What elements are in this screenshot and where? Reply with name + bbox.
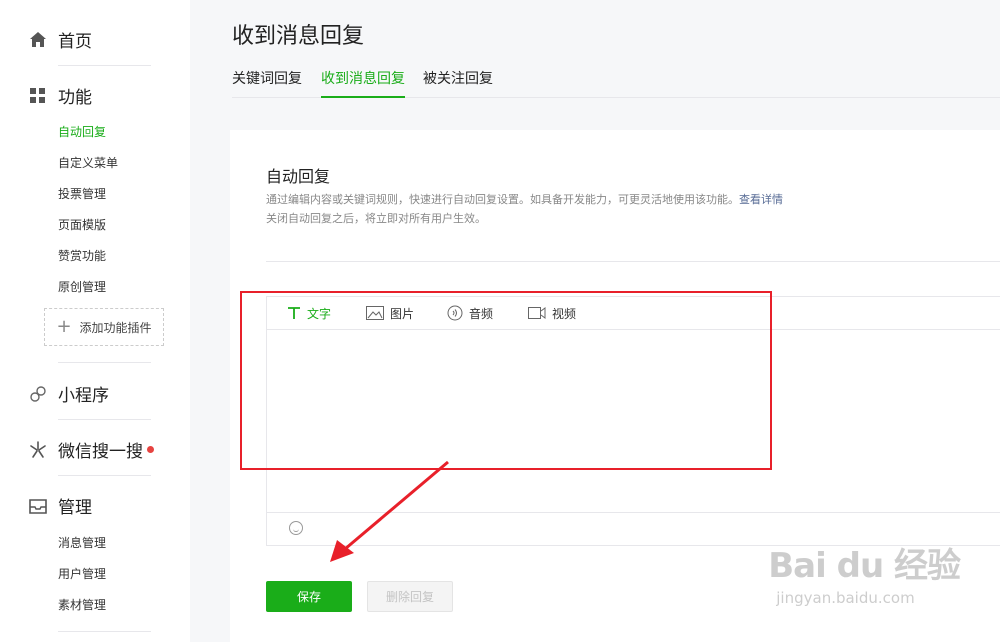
- plus-icon: +: [56, 316, 72, 337]
- nav-manage-label: 管理: [58, 498, 92, 518]
- tab-follow-reply[interactable]: 被关注回复: [423, 68, 493, 96]
- inbox-icon: [28, 496, 48, 516]
- view-details-link[interactable]: 查看详情: [739, 193, 783, 206]
- sidebar-item-custom-menu[interactable]: 自定义菜单: [58, 154, 118, 171]
- delete-reply-button[interactable]: 删除回复: [367, 581, 453, 612]
- sidebar-item-messages[interactable]: 消息管理: [58, 534, 106, 551]
- tab-video[interactable]: 视频: [528, 297, 576, 329]
- editor-type-tabs: 文字 图片 音频 视频: [267, 297, 1000, 330]
- miniprogram-icon: [28, 384, 48, 404]
- home-icon: [28, 30, 48, 50]
- divider: [58, 419, 151, 420]
- sidebar-item-users[interactable]: 用户管理: [58, 565, 106, 582]
- divider: [58, 475, 151, 476]
- divider: [58, 631, 151, 632]
- nav-wechat-search-label: 微信搜一搜: [58, 442, 143, 462]
- nav-home-label: 首页: [58, 32, 92, 52]
- tab-keyword-reply[interactable]: 关键词回复: [232, 68, 302, 96]
- reply-text-area[interactable]: [267, 330, 1000, 514]
- nav-miniprogram-label: 小程序: [58, 386, 109, 406]
- reply-tabs: 关键词回复 收到消息回复 被关注回复: [232, 68, 1000, 98]
- sidebar-item-auto-reply[interactable]: 自动回复: [58, 123, 106, 140]
- section-title: 自动回复: [266, 167, 331, 186]
- grid-icon: [28, 86, 48, 106]
- sidebar-item-vote[interactable]: 投票管理: [58, 185, 106, 202]
- tab-video-label: 视频: [552, 306, 577, 321]
- description-line-1: 通过编辑内容或关键词规则，快速进行自动回复设置。如具备开发能力，可更灵活地使用该…: [266, 191, 783, 207]
- nav-functions-label: 功能: [58, 88, 92, 108]
- nav-miniprogram[interactable]: 小程序: [28, 381, 109, 406]
- tab-image[interactable]: 图片: [366, 297, 414, 329]
- tab-image-label: 图片: [390, 306, 415, 321]
- divider: [266, 261, 1000, 262]
- add-plugin-button[interactable]: + 添加功能插件: [44, 308, 164, 346]
- editor-footer: [267, 512, 1000, 545]
- emoji-icon[interactable]: [289, 521, 303, 535]
- add-plugin-label: 添加功能插件: [79, 320, 152, 335]
- image-icon: [366, 306, 384, 320]
- sidebar-item-reward[interactable]: 赞赏功能: [58, 247, 106, 264]
- sidebar: 首页 功能 自动回复 自定义菜单 投票管理 页面模版 赞赏功能 原创管理 + 添…: [0, 0, 190, 642]
- description-text: 通过编辑内容或关键词规则，快速进行自动回复设置。如具备开发能力，可更灵活地使用该…: [266, 193, 739, 206]
- save-button[interactable]: 保存: [266, 581, 352, 612]
- sidebar-item-original[interactable]: 原创管理: [58, 278, 106, 295]
- nav-manage[interactable]: 管理: [28, 493, 92, 518]
- tab-message-reply[interactable]: 收到消息回复: [321, 68, 405, 98]
- search-star-icon: [28, 440, 48, 460]
- nav-home[interactable]: 首页: [28, 27, 92, 52]
- text-icon: [287, 306, 301, 320]
- sidebar-item-page-template[interactable]: 页面模版: [58, 216, 106, 233]
- divider: [58, 65, 151, 66]
- divider: [58, 362, 151, 363]
- description-line-2: 关闭自动回复之后，将立即对所有用户生效。: [266, 212, 486, 225]
- auto-reply-card: 自动回复 通过编辑内容或关键词规则，快速进行自动回复设置。如具备开发能力，可更灵…: [230, 130, 1000, 642]
- nav-functions[interactable]: 功能: [28, 83, 92, 108]
- tab-audio[interactable]: 音频: [447, 297, 493, 329]
- reply-editor: 文字 图片 音频 视频: [266, 296, 1000, 546]
- notification-dot: [147, 446, 154, 453]
- tab-audio-label: 音频: [469, 306, 494, 321]
- page-title: 收到消息回复: [232, 24, 365, 49]
- nav-wechat-search[interactable]: 微信搜一搜: [28, 437, 154, 462]
- tab-text-label: 文字: [307, 306, 332, 321]
- sidebar-item-materials[interactable]: 素材管理: [58, 596, 106, 613]
- audio-icon: [447, 305, 463, 321]
- video-icon: [528, 306, 546, 320]
- tab-text[interactable]: 文字: [287, 297, 331, 329]
